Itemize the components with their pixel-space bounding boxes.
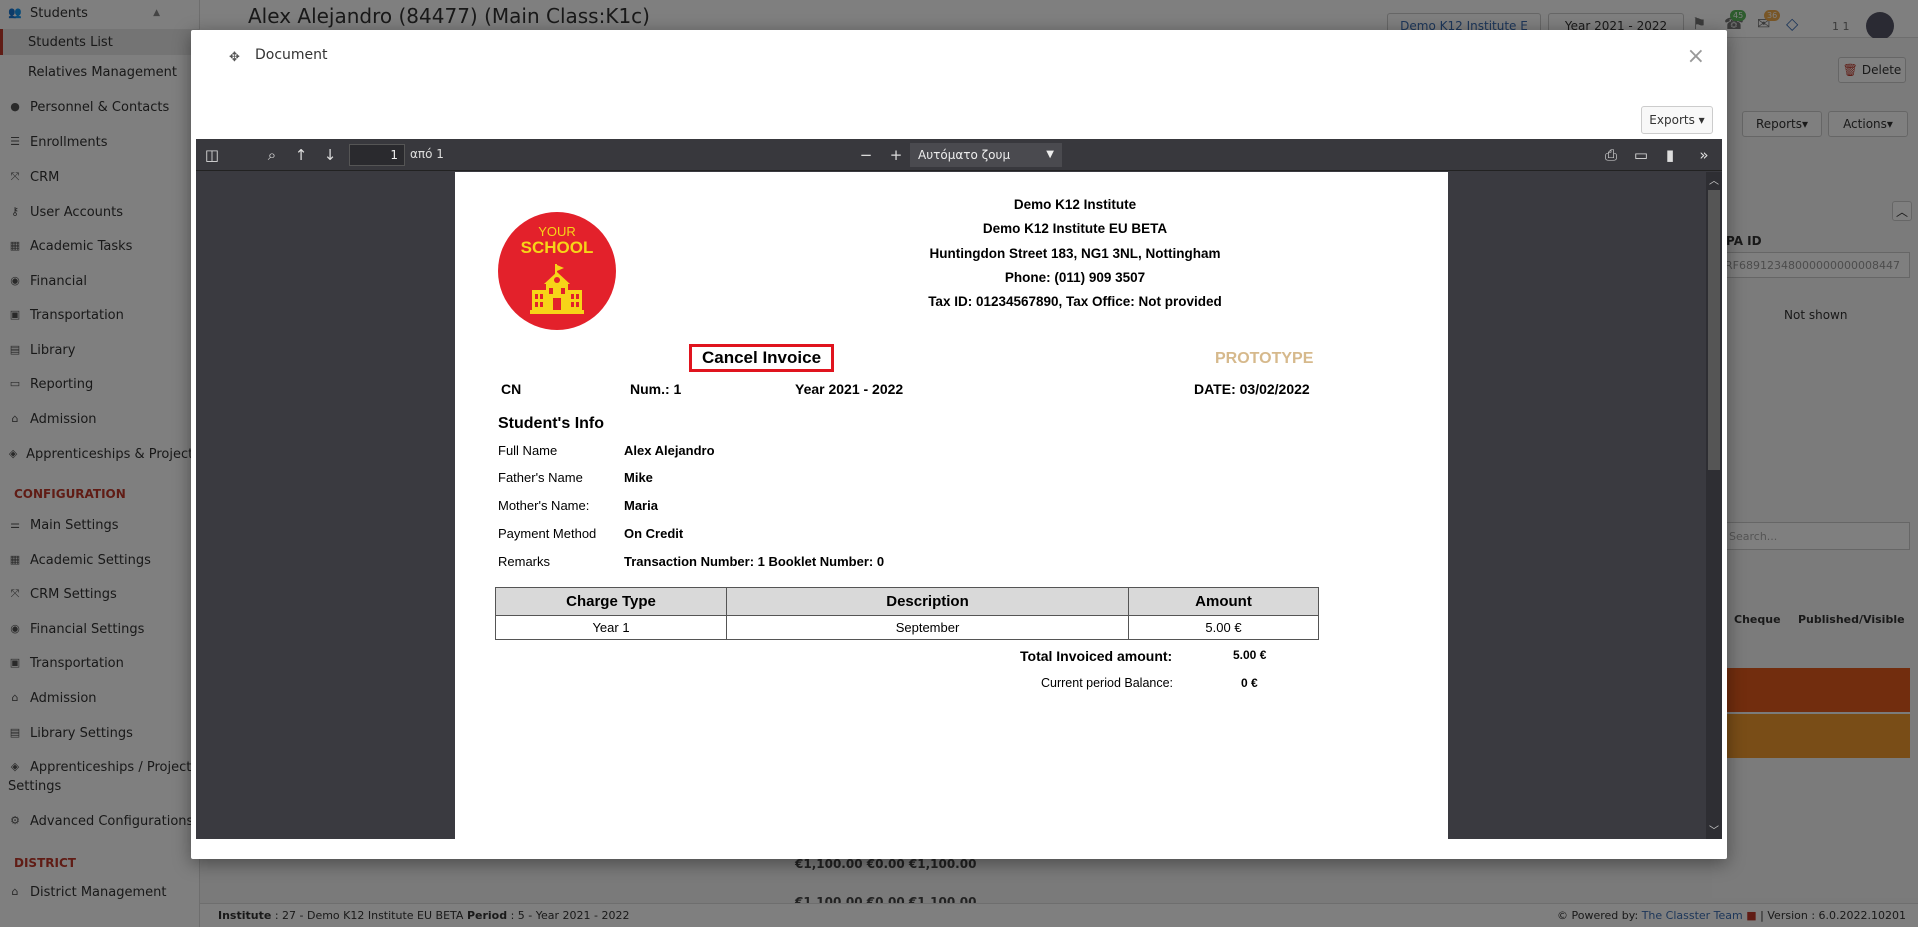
field-value: Alex Alejandro bbox=[624, 443, 715, 458]
arrow-up-icon[interactable]: ↑ bbox=[291, 146, 311, 164]
download-icon[interactable]: ▭ bbox=[1631, 146, 1651, 164]
search-icon[interactable]: ⌕ bbox=[262, 146, 282, 164]
table-header: Amount bbox=[1128, 587, 1319, 616]
pdf-page: Demo K12 Institute Demo K12 Institute EU… bbox=[455, 172, 1448, 839]
type-code: CN bbox=[501, 381, 522, 397]
chevron-down-icon: ▼ bbox=[1046, 149, 1054, 160]
scroll-down-icon[interactable]: ﹀ bbox=[1709, 822, 1719, 837]
table-header: Charge Type bbox=[495, 587, 727, 616]
balance-value: 0 € bbox=[1241, 676, 1258, 690]
field-value: Maria bbox=[624, 498, 658, 513]
table-cell: Year 1 bbox=[495, 615, 727, 640]
arrow-down-icon[interactable]: ↓ bbox=[320, 146, 340, 164]
bookmark-icon[interactable]: ▮ bbox=[1660, 146, 1680, 164]
modal-title: Document bbox=[255, 47, 328, 63]
field-label: Mother's Name: bbox=[498, 498, 590, 513]
pdf-viewer: ◫ ⌕ ↑ ↓ 1 από 1 − + Αυτόματο ζουμ ▼ ⎙ ▭ ▮… bbox=[196, 139, 1722, 839]
charges-table: Charge Type Description Amount Year 1 Se… bbox=[495, 587, 1319, 640]
pdf-scrollbar[interactable]: ︿ ﹀ bbox=[1706, 172, 1722, 839]
table-header: Description bbox=[726, 587, 1129, 616]
field-label: Payment Method bbox=[498, 526, 597, 541]
field-value: On Credit bbox=[624, 526, 684, 541]
field-value: Transaction Number: 1 Booklet Number: 0 bbox=[624, 554, 885, 569]
print-icon[interactable]: ⎙ bbox=[1601, 146, 1621, 164]
balance-label: Current period Balance: bbox=[1041, 676, 1174, 690]
field-label: Father's Name bbox=[498, 470, 583, 485]
field-value: Mike bbox=[624, 470, 653, 485]
scroll-thumb[interactable] bbox=[1708, 190, 1720, 470]
field-label: Remarks bbox=[498, 554, 551, 569]
prototype-watermark: PROTOTYPE bbox=[1215, 350, 1314, 367]
close-icon[interactable]: × bbox=[1687, 44, 1705, 69]
school-logo: YOUR SCHOOL bbox=[498, 212, 616, 330]
document-title: Cancel Invoice bbox=[689, 344, 834, 372]
pdf-toolbar: ◫ ⌕ ↑ ↓ 1 από 1 − + Αυτόματο ζουμ ▼ ⎙ ▭ ▮… bbox=[196, 139, 1722, 171]
exports-button[interactable]: Exports ▾ bbox=[1641, 106, 1713, 134]
total-label: Total Invoiced amount: bbox=[1020, 648, 1173, 664]
invoice-year: Year 2021 - 2022 bbox=[795, 381, 904, 397]
student-info-title: Student's Info bbox=[498, 415, 605, 432]
scroll-up-icon[interactable]: ︿ bbox=[1709, 172, 1719, 187]
zoom-select[interactable]: Αυτόματο ζουμ ▼ bbox=[910, 143, 1062, 167]
table-cell: September bbox=[726, 615, 1129, 640]
invoice-date: DATE: 03/02/2022 bbox=[1194, 381, 1310, 397]
table-cell: 5.00 € bbox=[1128, 615, 1319, 640]
invoice-number: Num.: 1 bbox=[630, 381, 682, 397]
page-number-input[interactable]: 1 bbox=[349, 144, 405, 166]
table-row: Year 1 September 5.00 € bbox=[495, 615, 1319, 640]
tools-chevron-icon[interactable]: » bbox=[1694, 146, 1714, 164]
move-icon[interactable]: ✥ bbox=[229, 50, 240, 65]
zoom-out-icon[interactable]: − bbox=[856, 146, 876, 164]
total-value: 5.00 € bbox=[1233, 648, 1267, 662]
field-label: Full Name bbox=[498, 443, 558, 458]
document-modal: ✥ Document × Exports ▾ ◫ ⌕ ↑ ↓ 1 από 1 −… bbox=[191, 30, 1727, 859]
sidebar-toggle-icon[interactable]: ◫ bbox=[202, 146, 222, 164]
page-count: από 1 bbox=[410, 147, 444, 161]
school-building-icon bbox=[530, 264, 584, 314]
org-line: Demo K12 Institute bbox=[1013, 197, 1137, 212]
zoom-in-icon[interactable]: + bbox=[886, 146, 906, 164]
